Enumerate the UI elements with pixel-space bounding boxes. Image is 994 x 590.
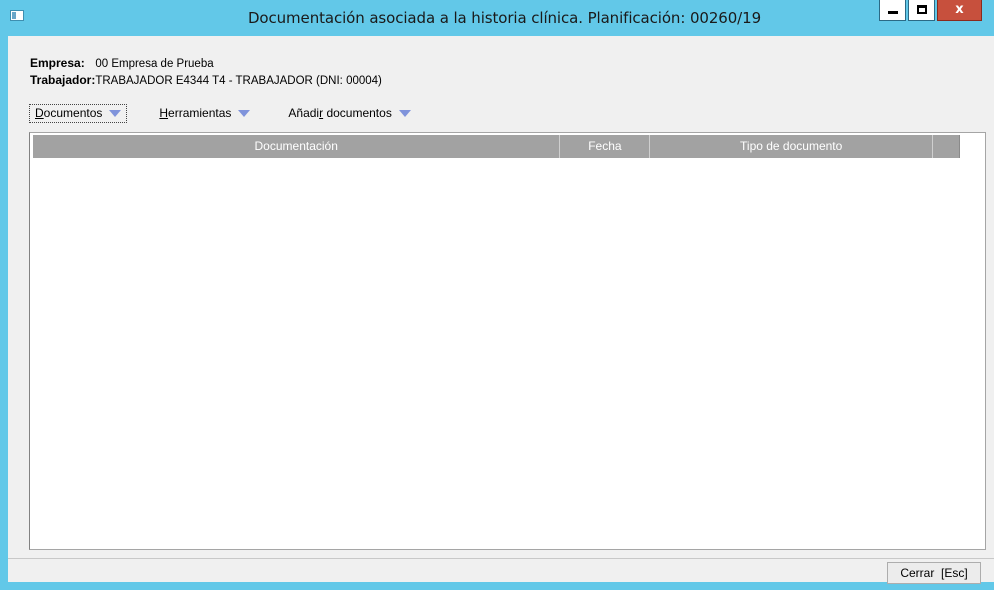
- anadir-label-pre: Añadi: [288, 106, 320, 120]
- documentos-label: ocumentos: [43, 106, 103, 120]
- close-window-button[interactable]: x: [937, 0, 982, 21]
- herramientas-menu-button[interactable]: Herramientas: [153, 104, 256, 123]
- herramientas-label: erramientas: [168, 106, 232, 120]
- title-bar[interactable]: Documentación asociada a la historia clí…: [0, 0, 994, 36]
- documents-grid[interactable]: Documentación Fecha Tipo de documento: [29, 132, 986, 550]
- maximize-icon: [917, 5, 927, 14]
- window: Documentación asociada a la historia clí…: [0, 0, 994, 590]
- column-header-extra[interactable]: [933, 135, 960, 158]
- column-header-documentacion[interactable]: Documentación: [33, 135, 561, 158]
- column-header-fecha[interactable]: Fecha: [560, 135, 651, 158]
- minimize-icon: [888, 11, 898, 14]
- client-area: Empresa: 00 Empresa de Prueba Trabajador…: [8, 36, 994, 584]
- triangle-down-icon: [398, 110, 411, 117]
- close-icon: x: [955, 2, 964, 17]
- empresa-row: Empresa: 00 Empresa de Prueba: [30, 56, 214, 70]
- column-header-tipo-documento[interactable]: Tipo de documento: [650, 135, 934, 158]
- empresa-label: Empresa:: [30, 56, 85, 70]
- status-bar: Cerrar [Esc]: [8, 558, 994, 584]
- toolbar: Documentos Herramientas Añadi r documento…: [29, 104, 417, 124]
- window-title: Documentación asociada a la historia clí…: [247, 9, 762, 27]
- trabajador-row: Trabajador: TRABAJADOR E4344 T4 - TRABAJ…: [30, 73, 382, 87]
- anadir-documentos-menu-button[interactable]: Añadi r documentos: [282, 104, 416, 123]
- empresa-value: 00 Empresa de Prueba: [95, 58, 214, 70]
- triangle-down-icon: [238, 110, 251, 117]
- herramientas-accel: H: [159, 106, 169, 120]
- minimize-button[interactable]: [879, 0, 906, 21]
- window-controls: x: [877, 0, 982, 24]
- grid-header: Documentación Fecha Tipo de documento: [33, 135, 960, 158]
- triangle-down-icon: [109, 110, 122, 117]
- documentos-accel: D: [35, 106, 44, 120]
- documentos-menu-button[interactable]: Documentos: [29, 104, 128, 123]
- trabajador-value: TRABAJADOR E4344 T4 - TRABAJADOR (DNI: 0…: [95, 75, 382, 87]
- maximize-button[interactable]: [908, 0, 935, 21]
- cerrar-button[interactable]: Cerrar [Esc]: [887, 562, 981, 584]
- trabajador-label: Trabajador:: [30, 73, 96, 87]
- anadir-label-post: documentos: [323, 106, 392, 120]
